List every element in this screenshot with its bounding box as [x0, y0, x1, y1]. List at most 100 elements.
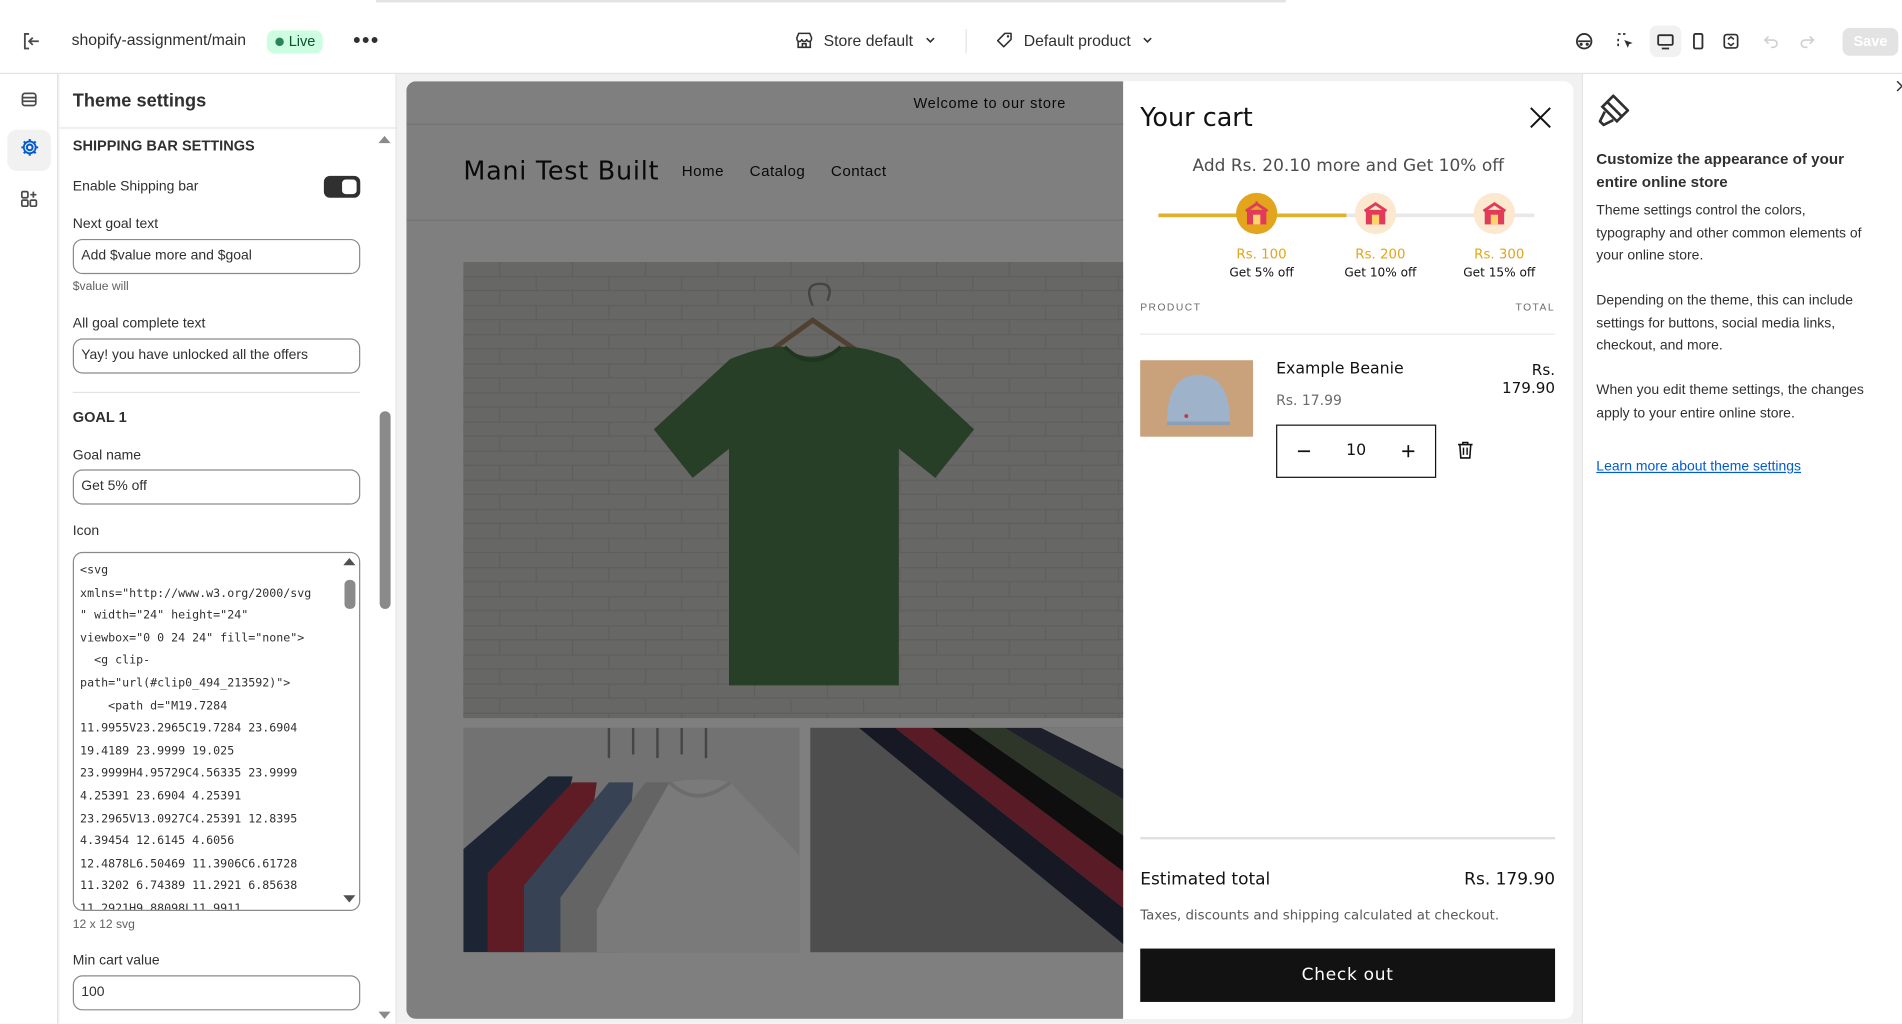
- sections-icon: [19, 89, 38, 114]
- mobile-icon[interactable]: [1686, 29, 1710, 53]
- complete-text-label: All goal complete text: [72, 316, 206, 332]
- product-select-label: Default product: [1023, 30, 1131, 50]
- cart-footer-divider: [1140, 836, 1556, 840]
- goal-name-input[interactable]: Get 5% off: [72, 469, 361, 505]
- info-paragraph-1: Theme settings control the colors, typog…: [1596, 203, 1862, 264]
- scroll-up-icon[interactable]: [343, 557, 356, 566]
- inspector-icon[interactable]: [1572, 29, 1596, 53]
- select-icon[interactable]: [1613, 29, 1637, 53]
- icon-hint: 12 x 12 svg: [72, 918, 135, 932]
- live-badge: Live: [266, 30, 323, 54]
- complete-text-input[interactable]: Yay! you have unlocked all the offers: [72, 338, 361, 374]
- quantity-decrease-button[interactable]: [1277, 426, 1330, 477]
- cart-backdrop-overlay[interactable]: [406, 81, 1124, 1019]
- icon-code-text: <svg xmlns="http://www.w3.org/2000/svg "…: [80, 564, 312, 911]
- column-product: PRODUCT: [1140, 300, 1202, 313]
- panel-scroll-down-icon[interactable]: [378, 1011, 391, 1019]
- item-total-amount: 179.90: [1501, 378, 1556, 397]
- paint-brush-icon: [1595, 91, 1634, 130]
- icon-label: Icon: [72, 524, 100, 539]
- cart-drawer: Your cart Add Rs. 20.10 more and Get 10%…: [1123, 81, 1574, 1019]
- trash-icon[interactable]: [1457, 440, 1474, 459]
- min-cart-input[interactable]: 100: [72, 975, 361, 1011]
- learn-more-link[interactable]: Learn more about theme settings: [1596, 460, 1801, 475]
- tag-icon: [995, 30, 1014, 49]
- min-cart-label: Min cart value: [72, 953, 160, 968]
- goal-3-gift-icon: [1473, 192, 1516, 235]
- goal-name-label: Goal name: [72, 448, 142, 464]
- goal-1-gift-icon: [1236, 192, 1278, 235]
- fullscreen-icon[interactable]: [1719, 29, 1743, 53]
- scroll-down-icon[interactable]: [343, 895, 356, 903]
- shipping-bar-message: Add Rs. 20.10 more and Get 10% off: [1192, 156, 1504, 176]
- goal-2-amount: Rs. 200: [1355, 246, 1406, 263]
- template-select[interactable]: Store default: [795, 30, 938, 49]
- estimated-total-value: Rs. 179.90: [1464, 869, 1556, 890]
- apps-icon: [19, 189, 38, 214]
- info-title: Customize the appearance of your entire …: [1596, 150, 1845, 191]
- storefront: Welcome to our store Mani Test Built Hom…: [406, 81, 1574, 1019]
- goal-2-gift-icon: [1354, 192, 1397, 235]
- goal-3-name: Get 15% off: [1463, 266, 1536, 281]
- item-total-currency: Rs.: [1531, 360, 1556, 379]
- redo-icon[interactable]: [1795, 29, 1819, 53]
- goal-1-amount: Rs. 100: [1236, 246, 1287, 263]
- next-goal-input[interactable]: Add $value more and $goal: [72, 238, 361, 275]
- theme-editor: shopify-assignment/main Live ••• Store d…: [0, 0, 1902, 1024]
- close-icon[interactable]: [1527, 104, 1554, 131]
- quantity-increase-button[interactable]: [1382, 426, 1435, 477]
- gear-icon: [19, 137, 40, 164]
- desktop-icon[interactable]: [1649, 25, 1682, 58]
- exit-icon[interactable]: [19, 29, 43, 53]
- checkout-button[interactable]: Check out: [1140, 948, 1556, 1002]
- icon-code-textarea[interactable]: <svg xmlns="http://www.w3.org/2000/svg "…: [72, 551, 361, 911]
- panel-header-divider: [59, 127, 396, 129]
- info-panel: Customize the appearance of your entire …: [1581, 73, 1902, 1024]
- next-goal-hint: $value will: [72, 280, 129, 294]
- store-preview: Welcome to our store Mani Test Built Hom…: [406, 81, 1574, 1019]
- estimated-total-label: Estimated total: [1140, 869, 1271, 890]
- cart-header-divider: [1140, 333, 1556, 335]
- rail-item-theme-settings[interactable]: [7, 129, 51, 172]
- left-rail: [0, 73, 59, 1024]
- rail-item-apps[interactable]: [7, 181, 51, 222]
- goal-1-name: Get 5% off: [1229, 266, 1294, 281]
- template-select-label: Store default: [823, 30, 914, 50]
- chevron-down-icon: [923, 33, 938, 48]
- enable-shipping-toggle[interactable]: [323, 175, 361, 198]
- enable-shipping-label: Enable Shipping bar: [72, 179, 199, 195]
- top-bar: shopify-assignment/main Live ••• Store d…: [0, 0, 1902, 74]
- top-divider: [376, 0, 1286, 3]
- tax-note: Taxes, discounts and shipping calculated…: [1140, 907, 1500, 924]
- item-line-total: Rs. 179.90: [1475, 360, 1555, 396]
- section-title: SHIPPING BAR SETTINGS: [72, 137, 255, 155]
- next-goal-label: Next goal text: [72, 217, 159, 232]
- goal-title: GOAL 1: [72, 408, 127, 426]
- quantity-input[interactable]: 10: [1331, 426, 1382, 477]
- chevron-down-icon: [1140, 33, 1155, 48]
- column-total: TOTAL: [1515, 300, 1556, 313]
- item-thumbnail[interactable]: [1140, 360, 1254, 437]
- info-paragraph-2: Depending on the theme, this can include…: [1596, 293, 1854, 353]
- item-name-link[interactable]: Example Beanie: [1276, 360, 1404, 378]
- goal-3-amount: Rs. 300: [1474, 246, 1525, 263]
- save-button[interactable]: Save: [1842, 27, 1899, 56]
- store-path: shopify-assignment/main: [71, 30, 246, 49]
- info-paragraph-3: When you edit theme settings, the change…: [1596, 383, 1864, 421]
- panel-title: Theme settings: [72, 90, 207, 112]
- collapse-chevron-icon[interactable]: [1895, 80, 1902, 96]
- undo-icon[interactable]: [1759, 29, 1783, 53]
- topbar-divider: [965, 29, 967, 54]
- section-divider: [72, 391, 361, 394]
- more-actions-button[interactable]: •••: [353, 28, 380, 53]
- goal-2-name: Get 10% off: [1344, 266, 1417, 281]
- cart-title: Your cart: [1140, 103, 1253, 133]
- panel-scroll-up-icon[interactable]: [378, 135, 391, 144]
- settings-panel: Theme settings SHIPPING BAR SETTINGS Ena…: [59, 73, 397, 1024]
- panel-scrollbar-thumb[interactable]: [379, 411, 391, 609]
- rail-item-sections[interactable]: [7, 81, 51, 122]
- textarea-scrollbar[interactable]: [340, 553, 359, 910]
- quantity-stepper: 10: [1276, 424, 1437, 478]
- scrollbar-thumb[interactable]: [344, 579, 356, 609]
- product-select[interactable]: Default product: [995, 30, 1155, 49]
